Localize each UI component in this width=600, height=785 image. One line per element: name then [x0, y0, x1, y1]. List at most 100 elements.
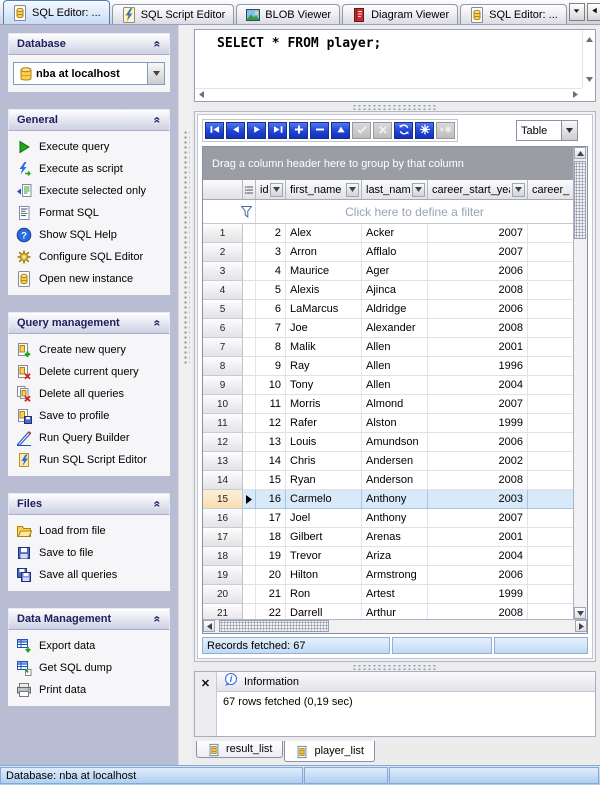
cell-career[interactable]: [528, 490, 573, 509]
scroll-tabs-left-button[interactable]: [587, 3, 600, 21]
scroll-right-button[interactable]: [575, 620, 587, 632]
cell-id[interactable]: 3: [256, 243, 286, 262]
tab-sql-script-editor-1[interactable]: SQL Script Editor: [112, 4, 235, 24]
tab-menu-button[interactable]: [569, 3, 585, 21]
filter-hint[interactable]: Click here to define a filter: [256, 200, 573, 223]
execute-as-script-button[interactable]: Execute as script: [12, 158, 166, 180]
cell-career-start-year[interactable]: 2004: [428, 376, 528, 395]
cell-career[interactable]: [528, 243, 573, 262]
cell-id[interactable]: 16: [256, 490, 286, 509]
next-record-button[interactable]: [247, 122, 266, 139]
collapse-chevron-icon[interactable]: «: [151, 616, 165, 623]
get-sql-dump-button[interactable]: Get SQL dump: [12, 657, 166, 679]
cell-last-name[interactable]: Ajinca: [362, 281, 428, 300]
hscroll-thumb[interactable]: [219, 620, 329, 632]
editor-hscrollbar[interactable]: [195, 88, 582, 101]
table-row-13[interactable]: 1314ChrisAndersen2002: [203, 452, 573, 471]
cell-career[interactable]: [528, 528, 573, 547]
section-header-query-management[interactable]: Query management«: [8, 312, 170, 334]
cell-first-name[interactable]: Joe: [286, 319, 362, 338]
cell-id[interactable]: 14: [256, 452, 286, 471]
group-by-panel[interactable]: Drag a column header here to group by th…: [203, 147, 573, 180]
table-row-12[interactable]: 1213LouisAmundson2006: [203, 433, 573, 452]
cell-id[interactable]: 13: [256, 433, 286, 452]
cell-career-start-year[interactable]: 2006: [428, 433, 528, 452]
cancel-edit-button[interactable]: [373, 122, 392, 139]
cell-career-start-year[interactable]: 2007: [428, 395, 528, 414]
column-filter-dropdown-icon[interactable]: [412, 183, 425, 197]
cell-first-name[interactable]: Alexis: [286, 281, 362, 300]
cell-id[interactable]: 7: [256, 319, 286, 338]
cell-last-name[interactable]: Anderson: [362, 471, 428, 490]
cell-id[interactable]: 6: [256, 300, 286, 319]
tab-sql-editor-4[interactable]: SQL Editor: ...: [460, 4, 567, 24]
cell-last-name[interactable]: Allen: [362, 357, 428, 376]
cell-career-start-year[interactable]: 2004: [428, 547, 528, 566]
filter-row[interactable]: Click here to define a filter: [203, 200, 573, 224]
run-sql-script-editor-button[interactable]: Run SQL Script Editor: [12, 449, 166, 471]
cell-career[interactable]: [528, 357, 573, 376]
result-info-splitter[interactable]: [194, 662, 596, 671]
cell-first-name[interactable]: Maurice: [286, 262, 362, 281]
scroll-down-icon[interactable]: [586, 73, 593, 85]
table-row-1[interactable]: 12AlexAcker2007: [203, 224, 573, 243]
collapse-chevron-icon[interactable]: «: [151, 320, 165, 327]
query-tab-result-list[interactable]: result_list: [196, 741, 283, 758]
cell-first-name[interactable]: Darrell: [286, 604, 362, 619]
row-number[interactable]: 14: [203, 471, 243, 490]
row-number[interactable]: 11: [203, 414, 243, 433]
cell-id[interactable]: 21: [256, 585, 286, 604]
post-edit-button[interactable]: [352, 122, 371, 139]
cell-career[interactable]: [528, 566, 573, 585]
cell-first-name[interactable]: Arron: [286, 243, 362, 262]
cell-first-name[interactable]: LaMarcus: [286, 300, 362, 319]
column-header-first-name[interactable]: first_name: [286, 180, 362, 199]
row-number[interactable]: 4: [203, 281, 243, 300]
cell-first-name[interactable]: Louis: [286, 433, 362, 452]
cell-career-start-year[interactable]: 1999: [428, 585, 528, 604]
editor-vscrollbar[interactable]: [582, 30, 595, 88]
table-row-2[interactable]: 23ArronAfflalo2007: [203, 243, 573, 262]
cell-first-name[interactable]: Ray: [286, 357, 362, 376]
column-filter-dropdown-icon[interactable]: [270, 183, 283, 197]
row-number[interactable]: 12: [203, 433, 243, 452]
scroll-up-button[interactable]: [574, 147, 586, 159]
cell-id[interactable]: 11: [256, 395, 286, 414]
cell-first-name[interactable]: Carmelo: [286, 490, 362, 509]
table-row-9[interactable]: 910TonyAllen2004: [203, 376, 573, 395]
cell-career-start-year[interactable]: 2008: [428, 604, 528, 619]
cell-last-name[interactable]: Arenas: [362, 528, 428, 547]
cell-last-name[interactable]: Allen: [362, 376, 428, 395]
cell-career-start-year[interactable]: 2001: [428, 528, 528, 547]
table-row-17[interactable]: 1718GilbertArenas2001: [203, 528, 573, 547]
view-mode-select[interactable]: Table: [516, 120, 578, 141]
row-number[interactable]: 9: [203, 376, 243, 395]
cell-last-name[interactable]: Aldridge: [362, 300, 428, 319]
cell-last-name[interactable]: Arthur: [362, 604, 428, 619]
cell-id[interactable]: 12: [256, 414, 286, 433]
sql-editor-panel[interactable]: SELECT * FROM player;: [194, 29, 596, 102]
cell-career[interactable]: [528, 376, 573, 395]
close-info-button[interactable]: ✕: [198, 676, 213, 691]
cell-id[interactable]: 2: [256, 224, 286, 243]
insert-record-button[interactable]: [289, 122, 308, 139]
cell-id[interactable]: 10: [256, 376, 286, 395]
cell-career[interactable]: [528, 224, 573, 243]
column-header-id[interactable]: id: [256, 180, 286, 199]
table-row-8[interactable]: 89RayAllen1996: [203, 357, 573, 376]
row-number[interactable]: 1: [203, 224, 243, 243]
table-row-6[interactable]: 67JoeAlexander2008: [203, 319, 573, 338]
table-row-14[interactable]: 1415RyanAnderson2008: [203, 471, 573, 490]
cell-id[interactable]: 22: [256, 604, 286, 619]
tab-blob-viewer-2[interactable]: BLOB Viewer: [236, 4, 340, 24]
grid-vscrollbar[interactable]: [573, 147, 587, 619]
cell-career-start-year[interactable]: 1996: [428, 357, 528, 376]
section-header-database[interactable]: Database«: [8, 33, 170, 55]
table-row-4[interactable]: 45AlexisAjinca2008: [203, 281, 573, 300]
row-number[interactable]: 18: [203, 547, 243, 566]
cell-last-name[interactable]: Ariza: [362, 547, 428, 566]
collapse-chevron-icon[interactable]: «: [151, 41, 165, 48]
tab-diagram-viewer-3[interactable]: Diagram Viewer: [342, 4, 458, 24]
row-number[interactable]: 13: [203, 452, 243, 471]
table-row-21[interactable]: 2122DarrellArthur2008: [203, 604, 573, 619]
